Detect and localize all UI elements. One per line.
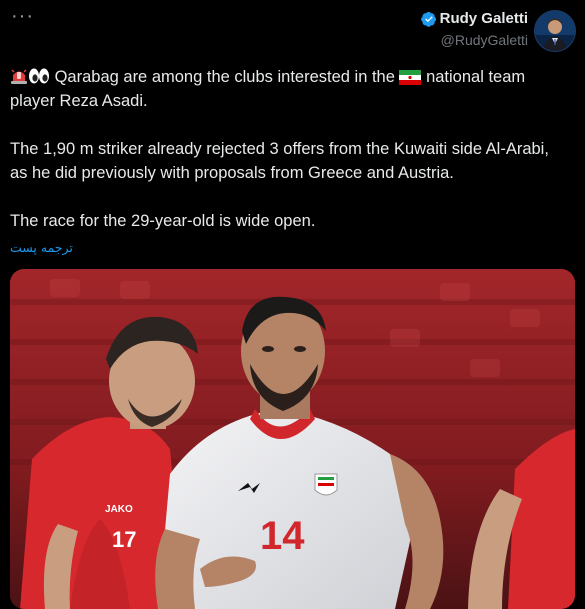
police-light-icon xyxy=(11,69,27,84)
verified-badge-icon xyxy=(420,11,436,27)
tweet-header: ··· Rudy Galetti @RudyGaletti xyxy=(0,0,585,60)
tweet-text: Qarabag are among the clubs interested i… xyxy=(10,65,570,233)
more-options-icon[interactable]: ··· xyxy=(11,6,34,26)
sponsor-text: JAKO xyxy=(105,504,133,515)
eyes-icon xyxy=(29,68,49,84)
main-jersey-number: 14 xyxy=(260,514,305,558)
avatar[interactable] xyxy=(534,10,576,52)
user-handle[interactable]: @RudyGaletti xyxy=(421,32,528,48)
tweet-paragraph-2: The 1,90 m striker already rejected 3 of… xyxy=(10,140,549,182)
author-name-row[interactable]: Rudy Galetti xyxy=(420,10,528,27)
tweet-paragraph-3: The race for the 29-year-old is wide ope… xyxy=(10,212,316,230)
iran-flag-icon xyxy=(399,70,422,85)
translate-post-link[interactable]: ترجمه پست xyxy=(10,240,73,255)
avatar-image xyxy=(535,11,575,51)
left-jersey-number: 17 xyxy=(112,527,136,552)
tweet-line-1: Qarabag are among the clubs interested i… xyxy=(54,68,395,86)
tweet-photo[interactable]: 17 JAKO 14 xyxy=(10,269,575,609)
display-name[interactable]: Rudy Galetti xyxy=(440,10,528,27)
author-block[interactable]: Rudy Galetti @RudyGaletti xyxy=(420,10,528,48)
football-players-image: 17 JAKO 14 xyxy=(10,269,575,609)
tweet-paragraph-1: Qarabag are among the clubs interested i… xyxy=(10,65,570,113)
